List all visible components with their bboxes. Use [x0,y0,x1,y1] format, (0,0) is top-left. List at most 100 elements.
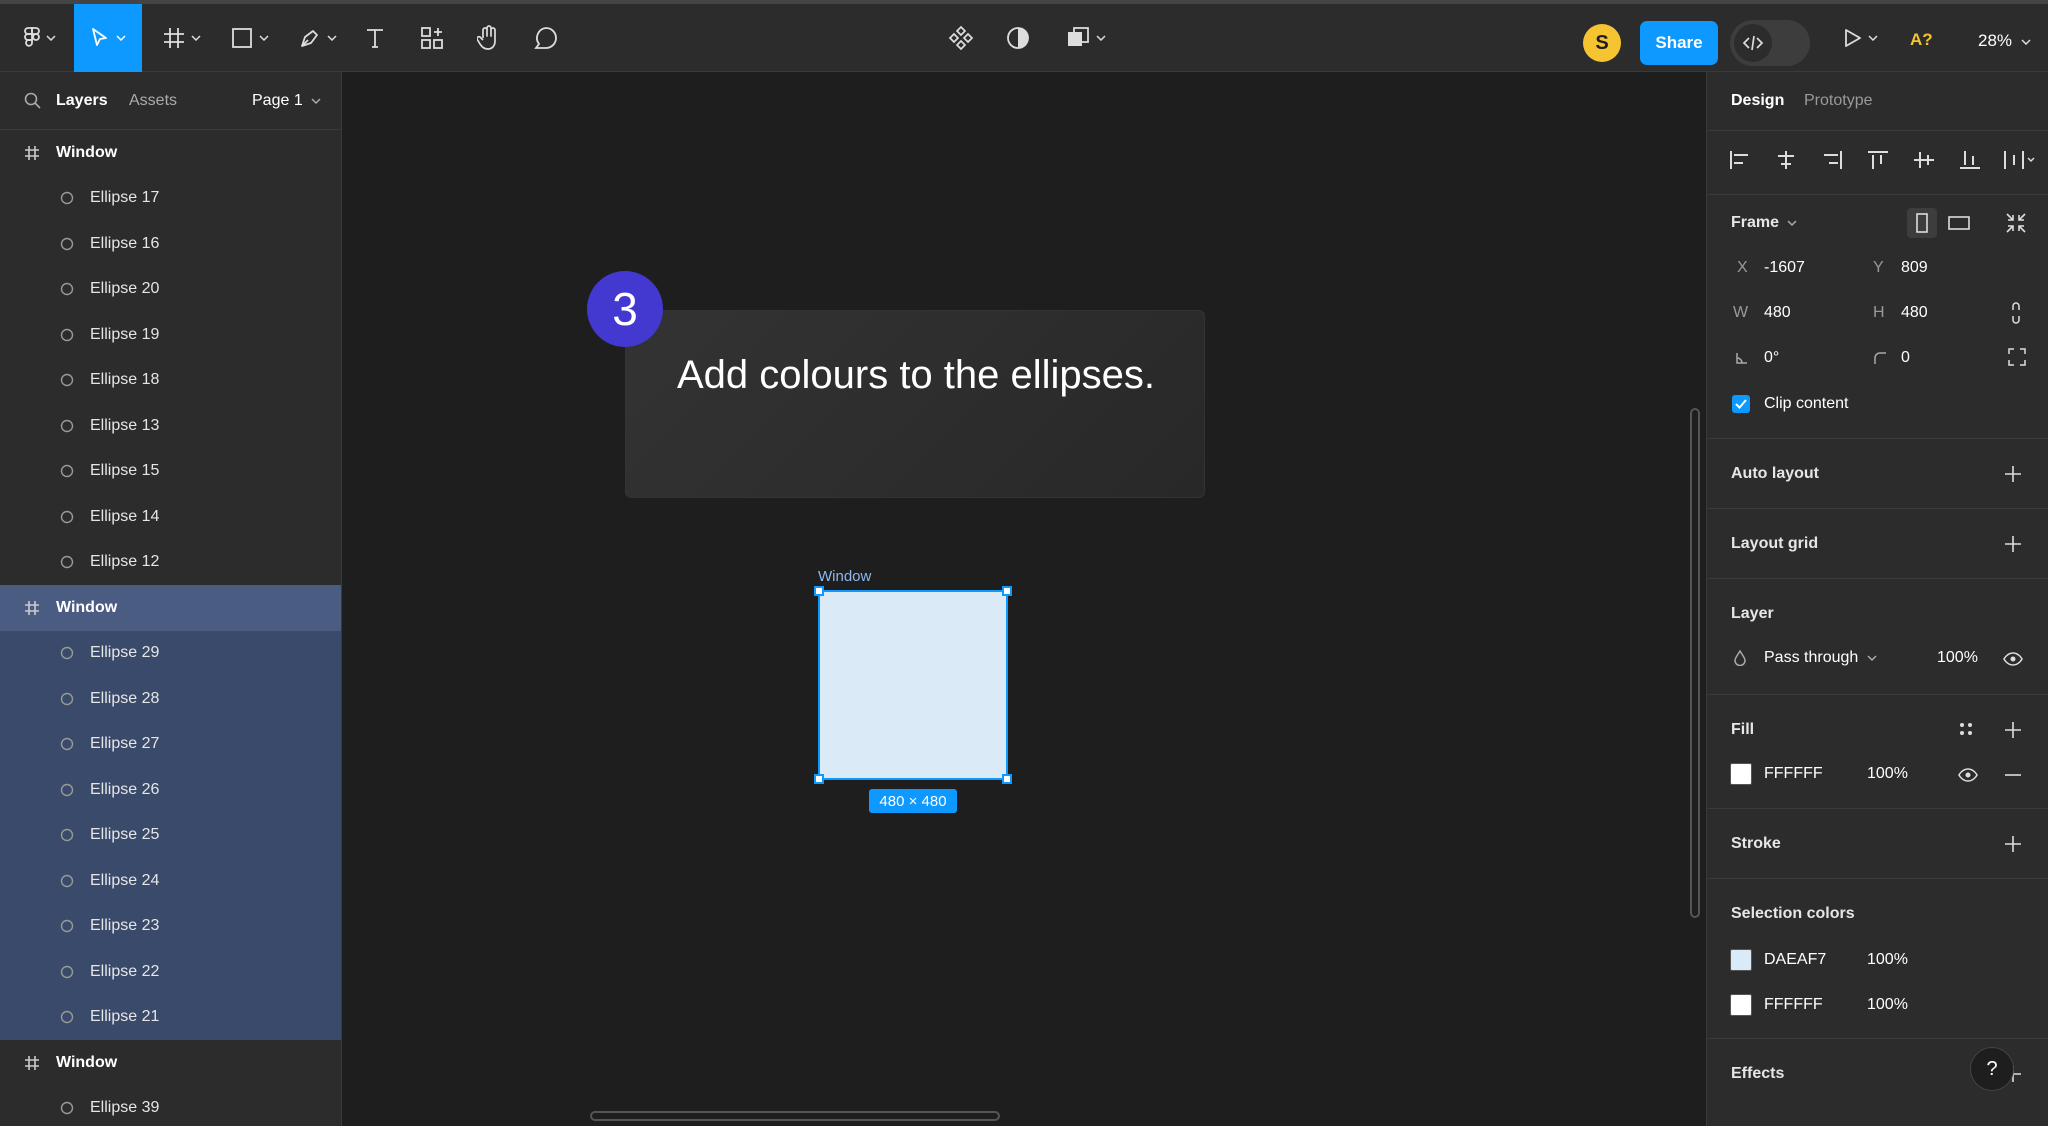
layer-ellipse-row[interactable]: Ellipse 25 [0,812,341,858]
width-input[interactable]: 480 [1764,304,1791,322]
align-horizontal-center-icon[interactable] [1775,150,1797,170]
page-selector[interactable]: Page 1 [252,92,321,110]
pen-tool-button[interactable] [292,4,344,72]
layer-ellipse-row[interactable]: Ellipse 14 [0,494,341,540]
frame-name-label[interactable]: Window [818,568,871,585]
vertical-scrollbar[interactable] [1690,408,1700,918]
remove-fill-icon[interactable] [2004,766,2022,784]
layer-ellipse-row[interactable]: Ellipse 18 [0,358,341,404]
layer-ellipse-row[interactable]: Ellipse 15 [0,449,341,495]
shape-tool-button[interactable] [224,4,276,72]
main-menu-button[interactable] [18,4,62,72]
present-button[interactable] [1836,4,1886,72]
fill-color-swatch[interactable] [1730,763,1752,785]
corner-radius-input[interactable]: 0 [1901,349,1910,367]
eye-icon[interactable] [2003,652,2023,666]
search-icon[interactable] [24,92,42,110]
boolean-groups-button[interactable] [1060,4,1112,72]
selection-color-hex[interactable]: FFFFFF [1764,996,1823,1014]
landscape-icon[interactable] [1948,216,1970,230]
layer-ellipse-row[interactable]: Ellipse 17 [0,176,341,222]
selection-color-swatch[interactable] [1730,949,1752,971]
layer-ellipse-row[interactable]: Ellipse 23 [0,903,341,949]
blend-mode-select[interactable]: Pass through [1764,649,1877,667]
align-vertical-center-icon[interactable] [1913,150,1935,170]
fill-hex-input[interactable]: FFFFFF [1764,765,1823,783]
layer-ellipse-row[interactable]: Ellipse 19 [0,312,341,358]
instruction-card[interactable]: Add colours to the ellipses. [625,310,1205,498]
fill-opacity-input[interactable]: 100% [1867,765,1908,783]
frame-section-title[interactable]: Frame [1731,214,1798,232]
align-left-icon[interactable] [1729,150,1751,170]
selection-color-swatch[interactable] [1730,994,1752,1016]
zoom-menu[interactable]: 28% [1978,31,2031,51]
independent-corners-icon[interactable] [2008,348,2026,366]
layer-ellipse-row[interactable]: Ellipse 26 [0,767,341,813]
layer-ellipse-row[interactable]: Ellipse 13 [0,403,341,449]
layer-ellipse-row[interactable]: Ellipse 12 [0,540,341,586]
align-right-icon[interactable] [1821,150,1843,170]
user-avatar[interactable]: S [1583,24,1621,62]
eye-icon[interactable] [1958,768,1978,782]
layer-ellipse-row[interactable]: Ellipse 20 [0,267,341,313]
help-button[interactable]: ? [1970,1047,2014,1091]
layer-frame-row[interactable]: Window [0,1040,341,1086]
chevron-down-icon [1096,35,1106,41]
tab-layers[interactable]: Layers [56,92,108,110]
ellipse-icon [60,556,74,569]
x-position-input[interactable]: -1607 [1764,259,1805,277]
layer-ellipse-row[interactable]: Ellipse 27 [0,721,341,767]
component-diamond-icon [948,25,974,51]
height-input[interactable]: 480 [1901,304,1928,322]
comment-tool-button[interactable] [529,4,563,72]
selection-color-opacity[interactable]: 100% [1867,996,1908,1014]
portrait-orientation-button[interactable] [1907,208,1937,238]
add-layout-grid-icon[interactable] [2004,535,2022,553]
layer-ellipse-row[interactable]: Ellipse 39 [0,1086,341,1126]
resources-tool-button[interactable] [415,4,449,72]
add-fill-icon[interactable] [2004,721,2022,739]
resize-handle-bottom-right[interactable] [1002,774,1012,784]
resize-handle-top-right[interactable] [1002,586,1012,596]
frame-tool-button[interactable] [156,4,208,72]
selection-color-opacity[interactable]: 100% [1867,951,1908,969]
text-tool-button[interactable] [358,4,392,72]
layer-ellipse-row[interactable]: Ellipse 29 [0,630,341,676]
clip-content-checkbox[interactable] [1732,395,1750,413]
align-bottom-icon[interactable] [1959,150,1981,170]
layer-opacity-input[interactable]: 100% [1937,649,1978,667]
tab-prototype[interactable]: Prototype [1804,92,1872,110]
y-position-input[interactable]: 809 [1901,259,1928,277]
mask-button[interactable] [1001,4,1035,72]
layer-ellipse-row[interactable]: Ellipse 24 [0,858,341,904]
align-top-icon[interactable] [1867,150,1889,170]
distribute-spacing-icon[interactable] [2003,150,2037,170]
hand-tool-button[interactable] [472,4,506,72]
create-component-button[interactable] [944,4,978,72]
canvas[interactable]: Add colours to the ellipses. 3 Window 48… [342,72,1706,1126]
layer-ellipse-row[interactable]: Ellipse 16 [0,221,341,267]
constrain-proportions-icon[interactable] [2011,302,2021,324]
resize-to-fit-icon[interactable] [2005,212,2027,234]
selection-color-hex[interactable]: DAEAF7 [1764,951,1826,969]
fill-styles-icon[interactable] [1959,722,1973,736]
share-button[interactable]: Share [1640,21,1718,65]
layer-frame-row[interactable]: Window [0,130,341,176]
resize-handle-bottom-left[interactable] [814,774,824,784]
tab-assets[interactable]: Assets [129,92,177,110]
selected-window-frame[interactable] [814,586,1012,784]
dev-mode-toggle[interactable] [1730,20,1810,66]
rotation-input[interactable]: 0° [1764,349,1779,367]
horizontal-scrollbar[interactable] [590,1111,1000,1121]
layer-ellipse-row[interactable]: Ellipse 28 [0,676,341,722]
resize-handle-top-left[interactable] [814,586,824,596]
missing-fonts-badge[interactable]: A? [1910,30,1933,50]
layer-ellipse-row[interactable]: Ellipse 21 [0,994,341,1040]
add-stroke-icon[interactable] [2004,835,2022,853]
code-brackets-icon [1734,24,1772,62]
layer-frame-row[interactable]: Window [0,585,341,631]
layer-ellipse-row[interactable]: Ellipse 22 [0,949,341,995]
move-tool-button[interactable] [74,4,142,72]
tab-design[interactable]: Design [1731,92,1784,110]
add-auto-layout-icon[interactable] [2004,465,2022,483]
